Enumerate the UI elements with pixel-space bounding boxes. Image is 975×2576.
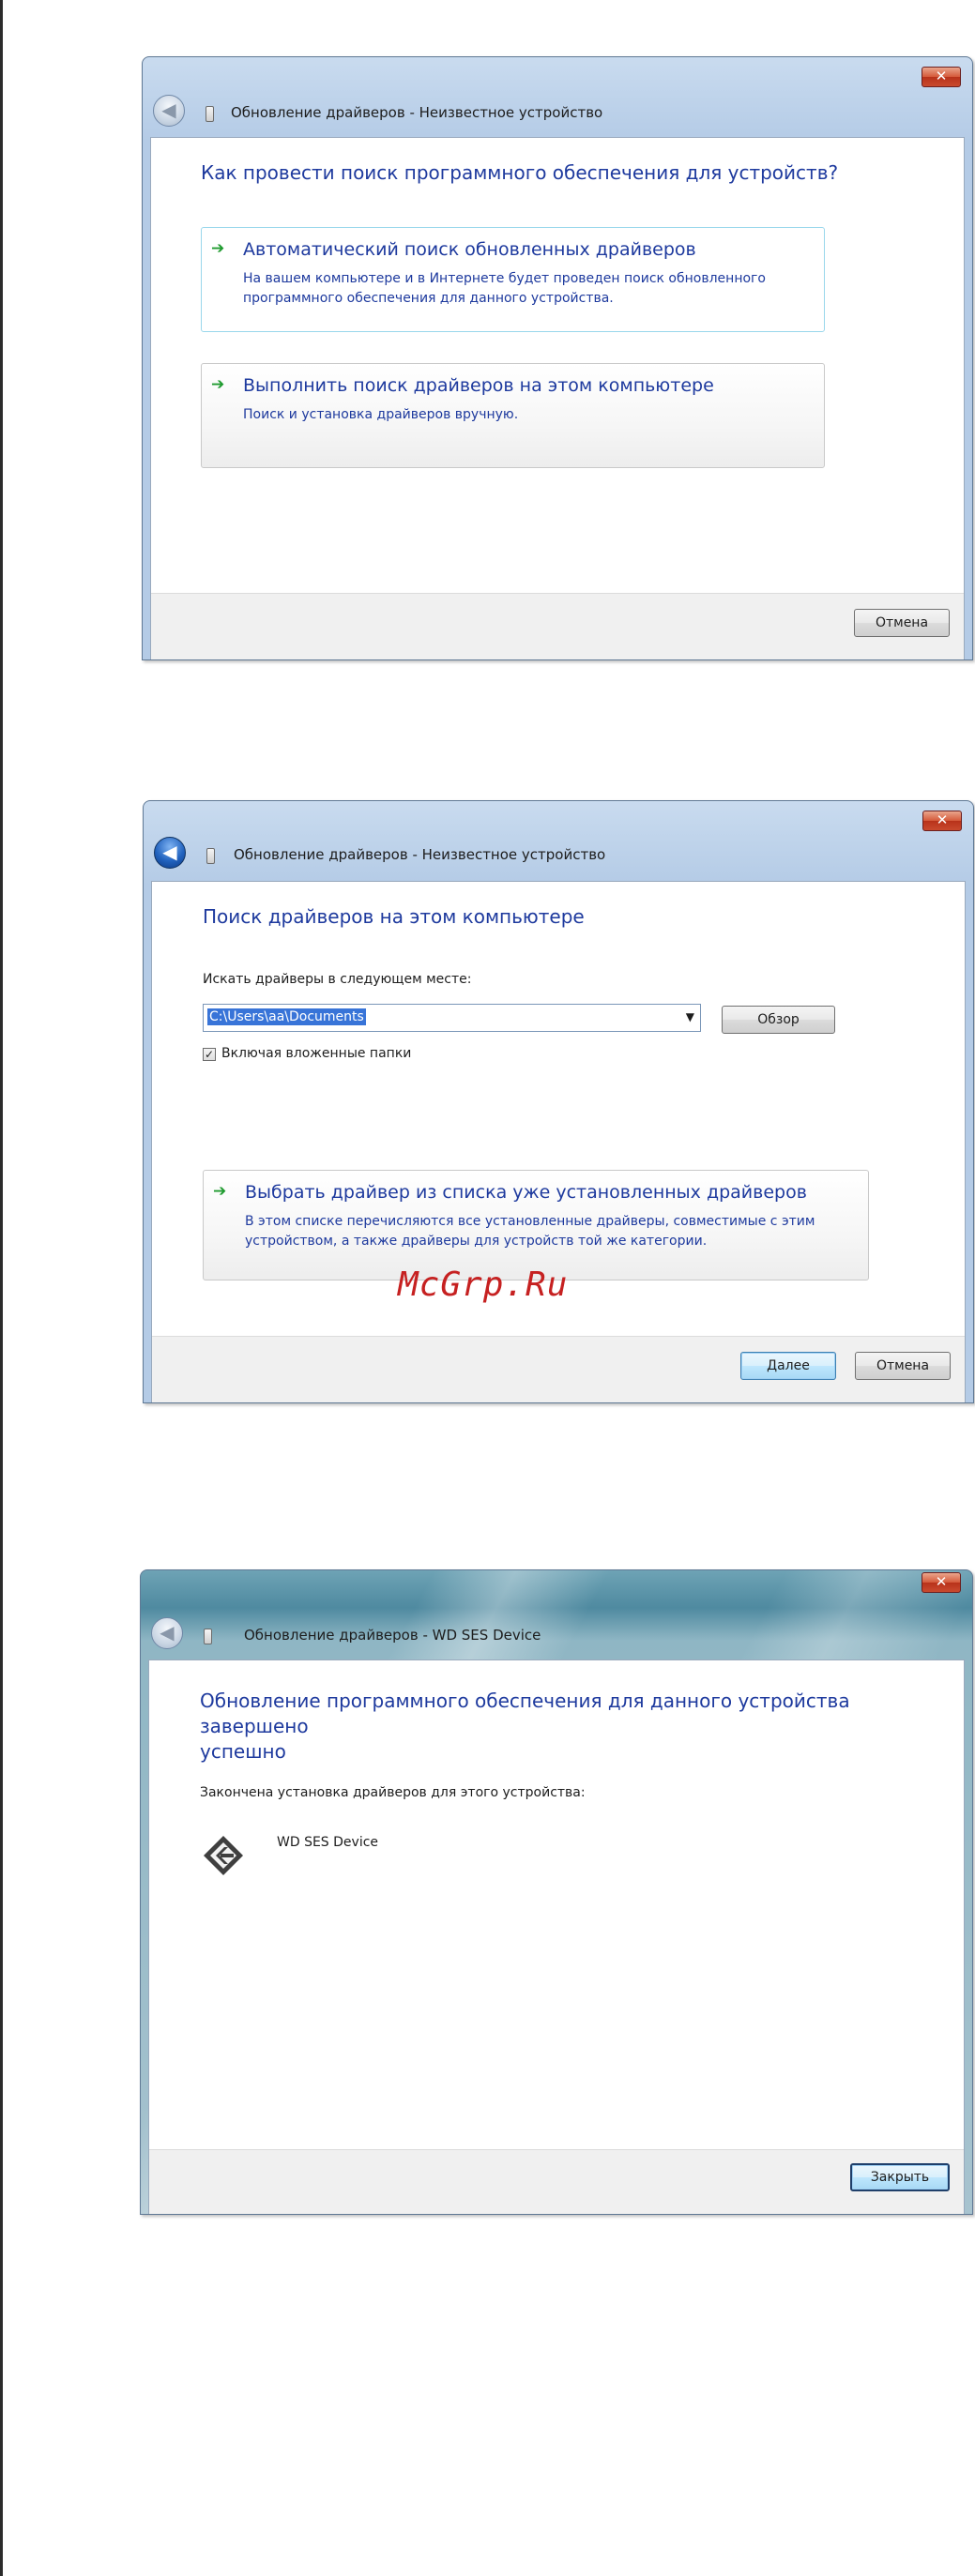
option-desc-line: На вашем компьютере и в Интернете будет … xyxy=(243,271,766,286)
window-title: Обновление драйверов - Неизвестное устро… xyxy=(231,104,603,121)
next-button[interactable]: Далее xyxy=(740,1352,836,1380)
watermark-text: McGrp.Ru xyxy=(398,1265,569,1304)
close-icon[interactable]: ✕ xyxy=(922,67,961,87)
button-bar: Закрыть xyxy=(149,2149,964,2214)
option-browse-computer[interactable]: ➔ Выполнить поиск драйверов на этом комп… xyxy=(201,363,825,468)
close-button[interactable]: Закрыть xyxy=(850,2163,950,2191)
content-panel: Обновление программного обеспечения для … xyxy=(149,1660,964,2150)
option-browse-computer-title: Выполнить поиск драйверов на этом компью… xyxy=(243,375,714,396)
dialog-update-complete: ✕ ◀ Обновление драйверов - WD SES Device… xyxy=(140,1569,973,2215)
dialog-update-drivers-search-method: ✕ ◀ Обновление драйверов - Неизвестное у… xyxy=(142,56,973,660)
page-heading: Как провести поиск программного обеспече… xyxy=(201,161,839,184)
window-title: Обновление драйверов - Неизвестное устро… xyxy=(234,846,606,863)
option-desc-line: В этом списке перечисляются все установл… xyxy=(245,1214,815,1229)
install-finished-label: Закончена установка драйверов для этого … xyxy=(200,1785,586,1800)
close-icon[interactable]: ✕ xyxy=(922,811,962,831)
option-auto-search-desc: На вашем компьютере и в Интернете будет … xyxy=(243,269,766,309)
option-browse-computer-desc: Поиск и установка драйверов вручную. xyxy=(243,407,519,422)
option-pick-from-list-title: Выбрать драйвер из списка уже установлен… xyxy=(245,1182,807,1203)
device-title-icon xyxy=(206,106,214,122)
device-name: WD SES Device xyxy=(277,1835,379,1850)
include-subfolders-label[interactable]: Включая вложенные папки xyxy=(221,1046,411,1061)
back-arrow-icon[interactable]: ◀ xyxy=(151,1617,183,1649)
option-pick-from-list[interactable]: ➔ Выбрать драйвер из списка уже установл… xyxy=(203,1170,869,1280)
option-auto-search-title: Автоматический поиск обновленных драйвер… xyxy=(243,239,696,260)
green-arrow-icon: ➔ xyxy=(213,1182,227,1201)
page-heading: Поиск драйверов на этом компьютере xyxy=(203,905,585,928)
client-area: Как провести поиск программного обеспече… xyxy=(150,137,965,659)
heading-line: Обновление программного обеспечения для … xyxy=(200,1690,850,1737)
green-arrow-icon: ➔ xyxy=(211,239,225,258)
cancel-button[interactable]: Отмена xyxy=(854,609,950,637)
driver-path-combobox[interactable]: C:\Users\aa\Documents ▼ xyxy=(203,1004,701,1032)
driver-path-value[interactable]: C:\Users\aa\Documents xyxy=(207,1008,366,1025)
back-arrow-icon[interactable]: ◀ xyxy=(153,95,185,127)
chevron-down-icon[interactable]: ▼ xyxy=(686,1010,694,1023)
client-area: Обновление программного обеспечения для … xyxy=(148,1659,965,2214)
include-subfolders-checkbox[interactable]: ✓ xyxy=(203,1048,216,1061)
page-heading: Обновление программного обеспечения для … xyxy=(200,1689,941,1765)
cancel-button[interactable]: Отмена xyxy=(855,1352,951,1380)
option-pick-from-list-desc: В этом списке перечисляются все установл… xyxy=(245,1212,815,1251)
close-icon[interactable]: ✕ xyxy=(922,1572,961,1593)
heading-line: успешно xyxy=(200,1740,286,1763)
device-title-icon xyxy=(204,1629,212,1644)
green-arrow-icon: ➔ xyxy=(211,375,225,394)
button-bar: Отмена xyxy=(151,593,964,659)
button-bar: Далее Отмена xyxy=(152,1336,965,1402)
content-panel: Как провести поиск программного обеспече… xyxy=(151,138,964,594)
page-left-border xyxy=(0,0,3,2576)
client-area: Поиск драйверов на этом компьютере Искат… xyxy=(151,881,966,1402)
option-desc-line: программного обеспечения для данного уст… xyxy=(243,291,614,306)
browse-button[interactable]: Обзор xyxy=(722,1006,835,1034)
back-arrow-icon[interactable]: ◀ xyxy=(154,837,186,869)
device-title-icon xyxy=(206,848,215,864)
window-title: Обновление драйверов - WD SES Device xyxy=(244,1627,541,1644)
wd-device-icon xyxy=(204,1836,243,1875)
option-desc-line: устройством, а также драйверы для устрой… xyxy=(245,1234,708,1249)
option-auto-search[interactable]: ➔ Автоматический поиск обновленных драйв… xyxy=(201,227,825,332)
dialog-browse-for-drivers: ✕ ◀ Обновление драйверов - Неизвестное у… xyxy=(143,800,974,1403)
search-location-label: Искать драйверы в следующем месте: xyxy=(203,972,472,987)
